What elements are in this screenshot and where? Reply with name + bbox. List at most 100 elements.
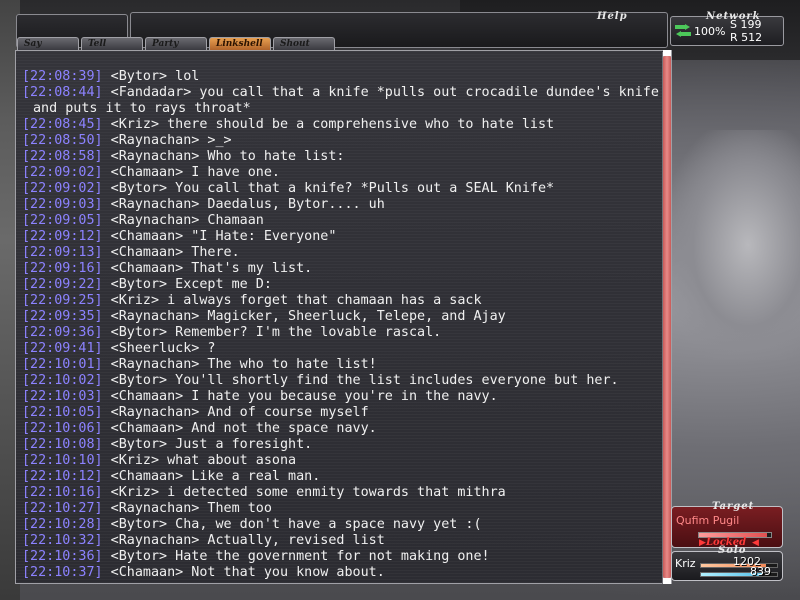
chat-line: [22:10:36] <Bytor> Hate the government f… xyxy=(22,549,662,565)
chat-line: [22:10:08] <Bytor> Just a foresight. xyxy=(22,437,662,453)
chat-line: [22:10:32] <Raynachan> Actually, revised… xyxy=(22,533,662,549)
chat-message: <Raynachan> Actually, revised list xyxy=(102,533,385,548)
chat-message: <Bytor> Cha, we don't have a space navy … xyxy=(102,517,482,532)
chat-line: [22:08:45] <Kriz> there should be a comp… xyxy=(22,117,662,133)
chat-timestamp: [22:10:37] xyxy=(22,565,103,580)
chat-scroll-thumb[interactable] xyxy=(663,56,671,578)
chat-timestamp: [22:10:03] xyxy=(22,389,103,404)
chat-timestamp: [22:10:16] xyxy=(22,485,103,500)
chat-message: <Kriz> what about asona xyxy=(102,453,297,468)
tab-shout[interactable]: Shout xyxy=(273,37,335,50)
chat-line: [22:09:22] <Bytor> Except me D: xyxy=(22,277,662,293)
chat-timestamp: [22:10:12] xyxy=(22,469,103,484)
snow-field xyxy=(670,130,800,360)
chat-timestamp: [22:10:28] xyxy=(22,517,103,532)
chat-message: <Raynachan> >_> xyxy=(102,133,232,148)
chat-timestamp: [22:10:01] xyxy=(22,357,103,372)
chat-timestamp: [22:09:12] xyxy=(22,229,103,244)
chat-line: [22:09:05] <Raynachan> Chamaan xyxy=(22,213,662,229)
chat-message: <Chamaan> Like a real man. xyxy=(102,469,321,484)
tab-party[interactable]: Party xyxy=(145,37,207,50)
chat-message: <Fandadar> you call that a knife *pulls … xyxy=(102,85,659,100)
chat-line: [22:10:03] <Chamaan> I hate you because … xyxy=(22,389,662,405)
chat-timestamp: [22:10:27] xyxy=(22,501,103,516)
chat-timestamp: [22:09:02] xyxy=(22,165,103,180)
scroll-up-arrow[interactable] xyxy=(663,50,671,56)
chat-timestamp: [22:08:39] xyxy=(22,69,103,84)
chat-timestamp: [22:09:13] xyxy=(22,245,103,260)
chat-log-window[interactable]: [22:08:39] <Bytor> lol [22:08:44] <Fandad… xyxy=(15,50,672,584)
help-label: Help xyxy=(597,11,628,22)
chat-timestamp: [22:10:05] xyxy=(22,405,103,420)
network-percent: 100% xyxy=(694,25,726,38)
chat-message: <Chamaan> And not the space navy. xyxy=(102,421,377,436)
chat-line: [22:10:01] <Raynachan> The who to hate l… xyxy=(22,357,662,373)
chat-timestamp: [22:10:06] xyxy=(22,421,103,436)
chat-timestamp: [22:09:16] xyxy=(22,261,103,276)
chat-line: [22:09:25] <Kriz> i always forget that c… xyxy=(22,293,662,309)
chat-message: <Bytor> You call that a knife? *Pulls ou… xyxy=(102,181,555,196)
chat-timestamp: [22:09:35] xyxy=(22,309,103,324)
chat-log: [22:08:39] <Bytor> lol [22:08:44] <Fandad… xyxy=(22,69,662,581)
chat-line: [22:10:05] <Raynachan> And of course mys… xyxy=(22,405,662,421)
chat-message: and puts it to rays throat* xyxy=(33,101,251,116)
chat-line: [22:10:37] <Chamaan> Not that you know a… xyxy=(22,565,662,581)
target-name: Qufim Pugil xyxy=(676,514,740,527)
network-received: R 512 xyxy=(730,31,763,44)
mp-value: 839 xyxy=(750,565,771,578)
chat-line: [22:08:58] <Raynachan> Who to hate list: xyxy=(22,149,662,165)
target-label: Target xyxy=(712,501,755,512)
chat-message: <Bytor> Except me D: xyxy=(102,277,272,292)
chat-line: [22:09:02] <Bytor> You call that a knife… xyxy=(22,181,662,197)
chat-tabs: Say Tell Party Linkshell Shout xyxy=(17,37,335,51)
chat-line: [22:09:16] <Chamaan> That's my list. xyxy=(22,261,662,277)
chat-line: [22:09:35] <Raynachan> Magicker, Sheerlu… xyxy=(22,309,662,325)
tab-tell[interactable]: Tell xyxy=(81,37,143,50)
chat-line: [22:10:12] <Chamaan> Like a real man. xyxy=(22,469,662,485)
scroll-down-arrow[interactable] xyxy=(663,578,671,584)
tab-say[interactable]: Say xyxy=(17,37,79,50)
chat-message: <Raynachan> Chamaan xyxy=(102,213,264,228)
lock-arrow-right-icon: ◀ xyxy=(752,538,759,548)
chat-message: <Chamaan> There. xyxy=(102,245,240,260)
chat-line: [22:08:39] <Bytor> lol xyxy=(22,69,662,85)
chat-timestamp: [22:10:02] xyxy=(22,373,103,388)
chat-timestamp: [22:09:36] xyxy=(22,325,103,340)
chat-line: [22:09:03] <Raynachan> Daedalus, Bytor..… xyxy=(22,197,662,213)
chat-timestamp: [22:09:03] xyxy=(22,197,103,212)
chat-timestamp: [22:10:32] xyxy=(22,533,103,548)
network-icon xyxy=(675,24,691,37)
chat-timestamp: [22:08:58] xyxy=(22,149,103,164)
member-name: Kriz xyxy=(675,557,696,570)
chat-timestamp: [22:08:45] xyxy=(22,117,103,132)
chat-message: <Sheerluck> ? xyxy=(102,341,216,356)
chat-message: <Raynachan> Who to hate list: xyxy=(102,149,345,164)
chat-timestamp: [22:10:36] xyxy=(22,549,103,564)
chat-line: [22:10:16] <Kriz> i detected some enmity… xyxy=(22,485,662,501)
chat-line: [22:09:36] <Bytor> Remember? I'm the lov… xyxy=(22,325,662,341)
chat-timestamp: [22:09:22] xyxy=(22,277,103,292)
chat-line: [22:09:12] <Chamaan> "I Hate: Everyone" xyxy=(22,229,662,245)
chat-message: <Chamaan> I hate you because you're in t… xyxy=(102,389,498,404)
chat-message: <Kriz> i detected some enmity towards th… xyxy=(102,485,506,500)
chat-line: [22:09:13] <Chamaan> There. xyxy=(22,245,662,261)
chat-message: <Raynachan> The who to hate list! xyxy=(102,357,377,372)
chat-message: <Chamaan> I have one. xyxy=(102,165,280,180)
tab-linkshell[interactable]: Linkshell xyxy=(209,37,271,50)
chat-message: <Chamaan> Not that you know about. xyxy=(102,565,385,580)
chat-line: [22:10:02] <Bytor> You'll shortly find t… xyxy=(22,373,662,389)
chat-timestamp: [22:09:25] xyxy=(22,293,103,308)
chat-timestamp: [22:09:02] xyxy=(22,181,103,196)
chat-message: <Raynachan> Magicker, Sheerluck, Telepe,… xyxy=(102,309,506,324)
lock-arrow-left-icon: ▶ xyxy=(699,538,706,548)
chat-timestamp: [22:09:05] xyxy=(22,213,103,228)
chat-line: [22:09:41] <Sheerluck> ? xyxy=(22,341,662,357)
chat-line: [22:10:10] <Kriz> what about asona xyxy=(22,453,662,469)
chat-message: <Chamaan> "I Hate: Everyone" xyxy=(102,229,337,244)
chat-message: <Kriz> there should be a comprehensive w… xyxy=(102,117,555,132)
chat-message: <Raynachan> And of course myself xyxy=(102,405,369,420)
chat-message: <Chamaan> That's my list. xyxy=(102,261,313,276)
chat-line: [22:08:50] <Raynachan> >_> xyxy=(22,133,662,149)
chat-line: [22:09:02] <Chamaan> I have one. xyxy=(22,165,662,181)
chat-message: <Bytor> You'll shortly find the list inc… xyxy=(102,373,619,388)
